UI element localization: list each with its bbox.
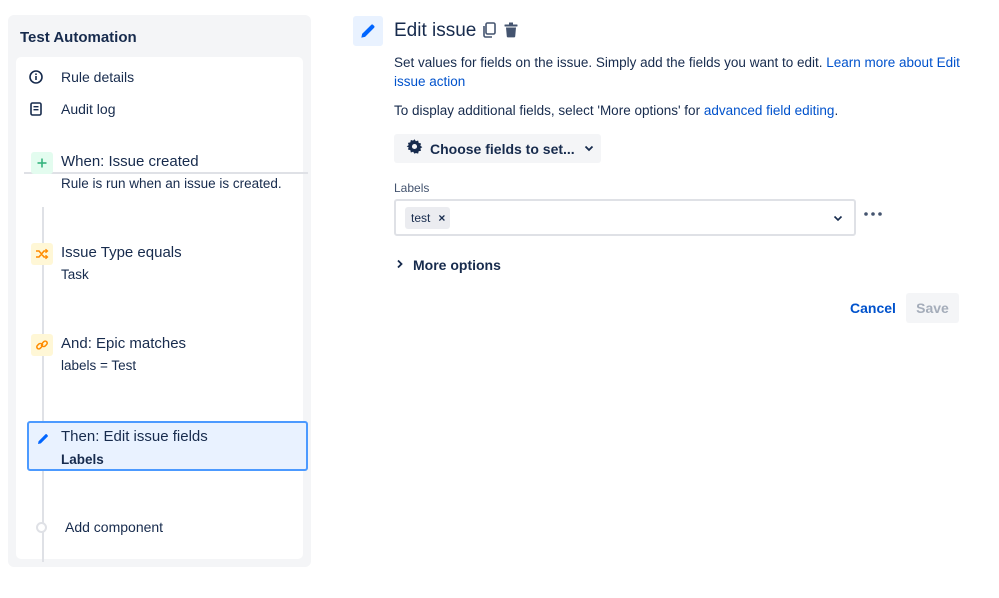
trigger-step[interactable]: When: Issue created Rule is run when an …	[28, 152, 308, 198]
rule-details-label: Rule details	[61, 69, 134, 85]
step-subtitle: Labels	[61, 452, 104, 467]
note-suffix: .	[834, 103, 838, 118]
more-options-toggle[interactable]: More options	[396, 256, 501, 274]
action-description: Set values for fields on the issue. Simp…	[394, 53, 969, 91]
audit-log-label: Audit log	[61, 101, 115, 117]
labels-field-label: Labels	[394, 181, 429, 195]
remove-tag-icon[interactable]: ×	[438, 212, 445, 224]
step-title: Then: Edit issue fields	[61, 428, 208, 445]
add-component-button[interactable]: Add component	[36, 519, 163, 535]
chevron-down-icon	[584, 140, 594, 158]
add-component-label: Add component	[65, 519, 163, 535]
labels-select[interactable]: test ×	[394, 199, 856, 236]
advanced-editing-note: To display additional fields, select 'Mo…	[394, 101, 969, 120]
gear-icon	[406, 138, 423, 160]
learn-more-link[interactable]: Learn more about Edit	[826, 55, 960, 70]
step-subtitle: labels = Test	[61, 358, 136, 373]
description-text: Set values for fields on the issue. Simp…	[394, 55, 826, 70]
rule-details-link[interactable]: Rule details	[28, 65, 134, 89]
step-title: When: Issue created	[61, 153, 199, 170]
chevron-down-icon[interactable]	[832, 212, 844, 224]
more-options-label: More options	[413, 257, 501, 273]
pencil-icon	[32, 428, 54, 450]
page-title: Edit issue	[394, 20, 476, 42]
chevron-right-icon	[396, 256, 404, 274]
trash-icon[interactable]	[502, 21, 520, 39]
step-title: Issue Type equals	[61, 244, 182, 261]
rule-sidebar: Test Automation Rule details Audit log W…	[8, 15, 311, 567]
choose-fields-button[interactable]: Choose fields to set...	[394, 134, 601, 163]
more-actions-icon[interactable]	[863, 206, 883, 222]
step-subtitle: Task	[61, 267, 89, 282]
learn-more-link-continued[interactable]: issue action	[394, 74, 465, 89]
info-icon	[28, 69, 44, 85]
circle-icon	[36, 522, 47, 533]
step-title: And: Epic matches	[61, 335, 186, 352]
save-button[interactable]: Save	[906, 293, 959, 323]
step-subtitle: Rule is run when an issue is created.	[61, 176, 282, 191]
rule-card: Rule details Audit log When: Issue creat…	[16, 57, 303, 559]
action-step[interactable]: Then: Edit issue fields Labels	[27, 421, 308, 471]
condition-step[interactable]: Issue Type equals Task	[28, 243, 308, 289]
document-icon	[28, 101, 44, 117]
branch-step[interactable]: And: Epic matches labels = Test	[28, 334, 308, 380]
copy-icon[interactable]	[480, 21, 498, 39]
note-text: To display additional fields, select 'Mo…	[394, 103, 704, 118]
pencil-icon	[353, 16, 383, 46]
label-tag-text: test	[411, 211, 430, 225]
audit-log-link[interactable]: Audit log	[28, 97, 115, 121]
choose-fields-label: Choose fields to set...	[430, 141, 575, 157]
link-icon	[31, 334, 53, 356]
advanced-field-editing-link[interactable]: advanced field editing	[704, 103, 835, 118]
label-tag: test ×	[405, 207, 450, 229]
cancel-button[interactable]: Cancel	[842, 293, 904, 323]
plus-icon	[31, 152, 53, 174]
rule-title: Test Automation	[20, 29, 137, 46]
shuffle-icon	[31, 243, 53, 265]
